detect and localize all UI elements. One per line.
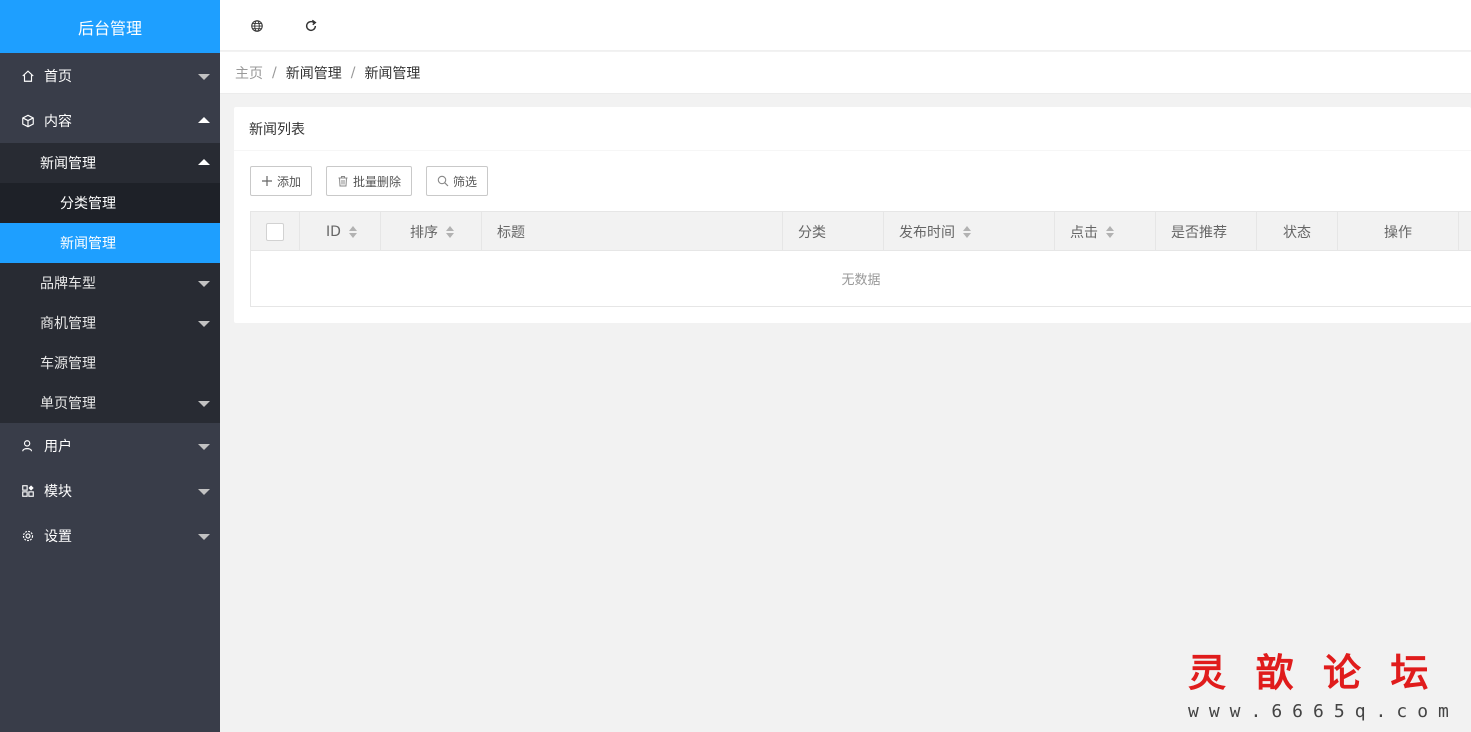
chevron-down-icon [198, 488, 210, 495]
sidebar-item-label: 商机管理 [40, 316, 96, 332]
sidebar-item-label: 用户 [44, 438, 72, 455]
column-clicks[interactable]: 点击 [1055, 212, 1156, 251]
home-icon [20, 68, 36, 84]
watermark-char: 歆 [1255, 650, 1294, 695]
column-label: ID [326, 223, 341, 240]
filter-button[interactable]: 筛选 [426, 166, 489, 196]
sidebar-item-content[interactable]: 内容 [0, 98, 220, 143]
globe-icon[interactable] [248, 17, 266, 35]
breadcrumb-separator: / [272, 64, 277, 81]
sidebar-item-label: 分类管理 [60, 196, 116, 212]
sidebar-item-settings[interactable]: 设置 [0, 513, 220, 558]
breadcrumb-home[interactable]: 主页 [235, 63, 263, 83]
sidebar-item-label: 品牌车型 [40, 276, 96, 292]
sidebar-item-label: 新闻管理 [60, 236, 116, 252]
column-label: 操作 [1384, 224, 1412, 241]
column-title: 标题 [482, 212, 783, 251]
sidebar: 后台管理 首页 内容 新闻管理 分类管理 新闻管理 品牌车型 商机管理 车源管理… [0, 0, 220, 732]
sort-icon[interactable] [963, 225, 971, 238]
trash-icon [337, 175, 349, 187]
news-table: ID 排序 标题 分类 发布时间 点击 是否推荐 状态 操作 无数据 [250, 211, 1471, 307]
column-category: 分类 [783, 212, 884, 251]
column-label: 点击 [1070, 224, 1098, 241]
top-header [220, 0, 1471, 51]
sidebar-item-label: 车源管理 [40, 356, 96, 372]
add-button-label: 添加 [277, 174, 302, 189]
column-label: 标题 [497, 224, 525, 241]
news-submenu: 分类管理 新闻管理 [0, 183, 220, 263]
sidebar-item-single-page[interactable]: 单页管理 [0, 383, 220, 423]
breadcrumb: 主页 / 新闻管理 / 新闻管理 [220, 52, 1471, 94]
column-sort-order[interactable]: 排序 [381, 212, 482, 251]
sort-icon[interactable] [348, 225, 357, 238]
chevron-down-icon [198, 533, 210, 540]
column-label: 发布时间 [899, 224, 955, 241]
watermark-char: 论 [1323, 650, 1362, 695]
news-list-card: 新闻列表 添加 批量删除 筛选 ID 排序 标题 分类 发布时间 点击 是否推荐… [234, 107, 1471, 323]
column-status: 状态 [1257, 212, 1338, 251]
batch-delete-label: 批量删除 [353, 174, 402, 189]
table-body: 无数据 [251, 251, 1471, 306]
sidebar-item-label: 设置 [44, 528, 72, 545]
column-label: 排序 [410, 224, 438, 241]
column-id[interactable]: ID [300, 212, 381, 251]
sidebar-item-home[interactable]: 首页 [0, 53, 220, 98]
column-label: 状态 [1283, 224, 1311, 241]
sidebar-item-label: 模块 [44, 483, 72, 500]
sidebar-item-label: 内容 [44, 113, 72, 130]
add-button[interactable]: 添加 [250, 166, 313, 196]
breadcrumb-current: 新闻管理 [364, 65, 421, 82]
chevron-down-icon [198, 281, 210, 287]
apps-icon [20, 483, 36, 499]
sort-icon[interactable] [1106, 225, 1114, 238]
chevron-down-icon [198, 321, 210, 327]
sidebar-item-car-source[interactable]: 车源管理 [0, 343, 220, 383]
watermark-char: 灵 [1188, 650, 1227, 695]
sidebar-item-label: 首页 [44, 68, 72, 85]
chevron-up-icon [198, 116, 210, 123]
column-publish-time[interactable]: 发布时间 [884, 212, 1055, 251]
filter-button-label: 筛选 [453, 174, 478, 189]
watermark-char: 坛 [1390, 650, 1429, 695]
card-title: 新闻列表 [234, 107, 1471, 151]
sidebar-item-modules[interactable]: 模块 [0, 468, 220, 513]
sidebar-item-users[interactable]: 用户 [0, 423, 220, 468]
chevron-up-icon [198, 159, 210, 165]
column-label: 分类 [798, 224, 826, 241]
breadcrumb-separator: / [350, 64, 356, 81]
sidebar-item-news-list[interactable]: 新闻管理 [0, 223, 220, 263]
column-recommended: 是否推荐 [1156, 212, 1257, 251]
sort-icon[interactable] [446, 225, 454, 238]
sidebar-item-label: 单页管理 [40, 396, 96, 412]
chevron-down-icon [198, 401, 210, 407]
table-header: ID 排序 标题 分类 发布时间 点击 是否推荐 状态 操作 [251, 212, 1471, 251]
app-logo-title[interactable]: 后台管理 [0, 0, 220, 53]
watermark: 灵 歆 论 坛 www.6665q.com [1188, 642, 1458, 722]
sidebar-item-brand-models[interactable]: 品牌车型 [0, 263, 220, 303]
user-icon [20, 438, 36, 454]
sidebar-item-business-management[interactable]: 商机管理 [0, 303, 220, 343]
toolbar: 添加 批量删除 筛选 [250, 166, 502, 196]
sidebar-item-news-management[interactable]: 新闻管理 [0, 143, 220, 183]
breadcrumb-news-management[interactable]: 新闻管理 [286, 63, 342, 83]
watermark-url: www.6665q.com [1188, 701, 1459, 722]
column-actions: 操作 [1338, 212, 1459, 251]
batch-delete-button[interactable]: 批量删除 [326, 166, 413, 196]
chevron-down-icon [198, 73, 210, 80]
sidebar-item-category-management[interactable]: 分类管理 [0, 183, 220, 223]
refresh-icon[interactable] [302, 17, 320, 35]
sidebar-item-label: 新闻管理 [40, 156, 96, 172]
cube-icon [20, 113, 36, 129]
empty-state-text: 无数据 [841, 273, 881, 288]
plus-icon [261, 175, 273, 187]
content-submenu: 新闻管理 分类管理 新闻管理 品牌车型 商机管理 车源管理 单页管理 [0, 143, 220, 423]
select-all-checkbox[interactable] [266, 222, 284, 241]
chevron-down-icon [198, 443, 210, 450]
search-icon [437, 175, 449, 187]
gear-icon [20, 528, 36, 544]
select-all-cell [251, 212, 300, 251]
column-label: 是否推荐 [1171, 224, 1227, 241]
watermark-title: 灵 歆 论 坛 [1188, 642, 1458, 697]
